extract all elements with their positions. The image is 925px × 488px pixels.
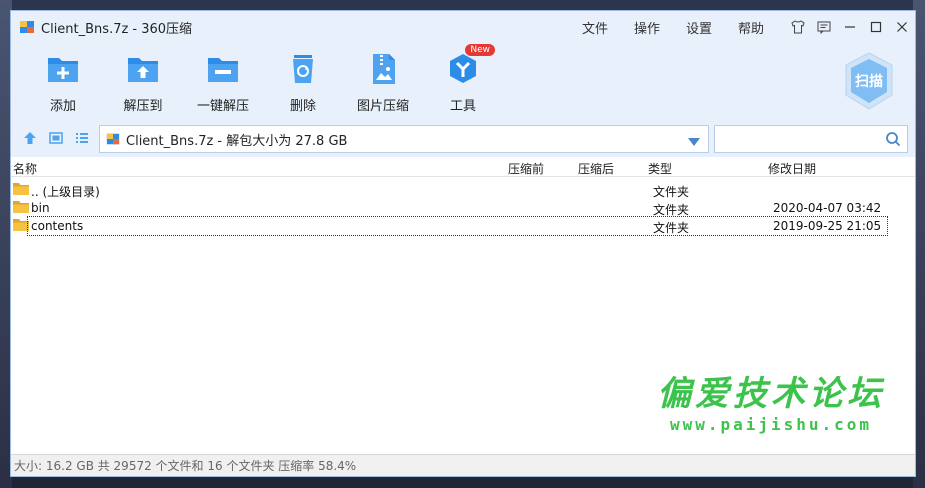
extract-to-icon	[125, 51, 161, 87]
tools-label: 工具	[449, 99, 476, 114]
folder-icon	[13, 182, 29, 199]
table-row[interactable]: .. (上级目录) 文件夹	[11, 181, 915, 199]
close-icon	[897, 22, 907, 32]
menu-settings[interactable]: 设置	[673, 18, 725, 37]
table-row[interactable]: bin 文件夹 2020-04-07 03:42	[11, 199, 915, 217]
window-title: Client_Bns.7z - 360压缩	[41, 21, 193, 37]
row-modified: 2020-04-07 03:42	[773, 201, 882, 215]
folder-icon	[13, 200, 29, 217]
col-name[interactable]: 名称	[13, 160, 37, 177]
col-packed[interactable]: 压缩前	[508, 160, 544, 177]
add-label: 添加	[49, 99, 76, 114]
search-button[interactable]	[885, 131, 901, 150]
row-type: 文件夹	[653, 221, 690, 235]
chevron-down-icon	[688, 138, 700, 146]
watermark-url: www.paijishu.com	[669, 415, 873, 434]
search-input[interactable]	[721, 127, 881, 151]
row-type: 文件夹	[653, 185, 690, 199]
row-name: bin	[31, 201, 50, 215]
search-icon	[886, 132, 901, 147]
extract-to-label: 解压到	[123, 99, 163, 114]
table-row-selected[interactable]: contents 文件夹 2019-09-25 21:05	[11, 216, 915, 236]
add-button[interactable]: 添加	[23, 43, 103, 114]
app-window: Client_Bns.7z - 360压缩 文件 操作 设置 帮助 添加 解压到…	[10, 10, 916, 477]
row-type: 文件夹	[653, 203, 690, 217]
skin-button[interactable]	[785, 11, 811, 43]
archive-app-icon	[19, 19, 35, 35]
path-text: Client_Bns.7z - 解包大小为 27.8 GB	[126, 133, 348, 149]
watermark-title: 偏爱技术论坛	[657, 374, 885, 414]
image-compress-button[interactable]: 图片压缩	[343, 43, 423, 114]
image-compress-icon	[365, 51, 401, 87]
view-controls	[11, 131, 99, 148]
shirt-icon	[791, 20, 805, 34]
col-compressed[interactable]: 压缩后	[578, 160, 614, 177]
close-button[interactable]	[889, 11, 915, 43]
col-type[interactable]: 类型	[648, 160, 672, 177]
arrow-up-icon	[24, 131, 36, 144]
row-name: .. (上级目录)	[31, 185, 100, 199]
feedback-button[interactable]	[811, 11, 837, 43]
archive-file-icon	[106, 133, 120, 145]
title-bar: Client_Bns.7z - 360压缩 文件 操作 设置 帮助	[11, 11, 915, 43]
list-view-button[interactable]	[75, 131, 89, 148]
menu-bar: 文件 操作 设置 帮助	[569, 11, 777, 43]
list-view-icon	[76, 132, 88, 143]
one-click-extract-icon	[205, 51, 241, 87]
recycle-bin-icon	[285, 51, 321, 87]
tools-icon: New	[445, 44, 495, 87]
message-icon	[817, 21, 831, 34]
add-icon	[45, 51, 81, 87]
scan-button[interactable]: 扫描	[843, 51, 895, 111]
new-badge: New	[465, 44, 495, 56]
focus-outline	[27, 216, 888, 236]
tools-button[interactable]: New 工具	[423, 43, 503, 114]
folder-icon	[13, 218, 29, 235]
minimize-icon	[845, 26, 855, 28]
search-box	[714, 125, 908, 153]
row-modified: 2019-09-25 21:05	[773, 219, 882, 233]
maximize-button[interactable]	[863, 11, 889, 43]
one-click-extract-label: 一键解压	[196, 99, 249, 114]
window-controls	[785, 11, 915, 43]
minimize-button[interactable]	[837, 11, 863, 43]
delete-label: 删除	[289, 99, 316, 114]
menu-file[interactable]: 文件	[569, 18, 621, 37]
toolbar: 添加 解压到 一键解压 删除 图片压缩 New 工具 扫描	[11, 43, 915, 121]
image-compress-label: 图片压缩	[356, 99, 409, 114]
row-name: contents	[31, 219, 84, 233]
menu-operation[interactable]: 操作	[621, 18, 673, 37]
address-bar: Client_Bns.7z - 解包大小为 27.8 GB	[11, 121, 915, 157]
one-click-extract-button[interactable]: 一键解压	[183, 43, 263, 114]
up-button[interactable]	[23, 131, 37, 148]
path-dropdown[interactable]	[688, 135, 700, 149]
extract-to-button[interactable]: 解压到	[103, 43, 183, 114]
path-combobox[interactable]: Client_Bns.7z - 解包大小为 27.8 GB	[99, 125, 709, 153]
thumbnail-view-button[interactable]	[49, 131, 63, 148]
menu-help[interactable]: 帮助	[725, 18, 777, 37]
maximize-icon	[870, 21, 882, 33]
watermark: 偏爱技术论坛 www.paijishu.com	[657, 366, 885, 434]
delete-button[interactable]: 删除	[263, 43, 343, 114]
col-modified[interactable]: 修改日期	[768, 160, 816, 177]
status-bar: 大小: 16.2 GB 共 29572 个文件和 16 个文件夹 压缩率 58.…	[11, 454, 915, 476]
scan-label: 扫描	[855, 74, 883, 90]
column-header: 名称 压缩前 压缩后 类型 修改日期	[11, 157, 915, 177]
status-text: 大小: 16.2 GB 共 29572 个文件和 16 个文件夹 压缩率 58.…	[14, 459, 357, 473]
file-list: .. (上级目录) 文件夹 bin 文件夹 2020-04-07 03:42 c…	[11, 177, 915, 454]
thumbnail-view-icon	[49, 131, 63, 144]
